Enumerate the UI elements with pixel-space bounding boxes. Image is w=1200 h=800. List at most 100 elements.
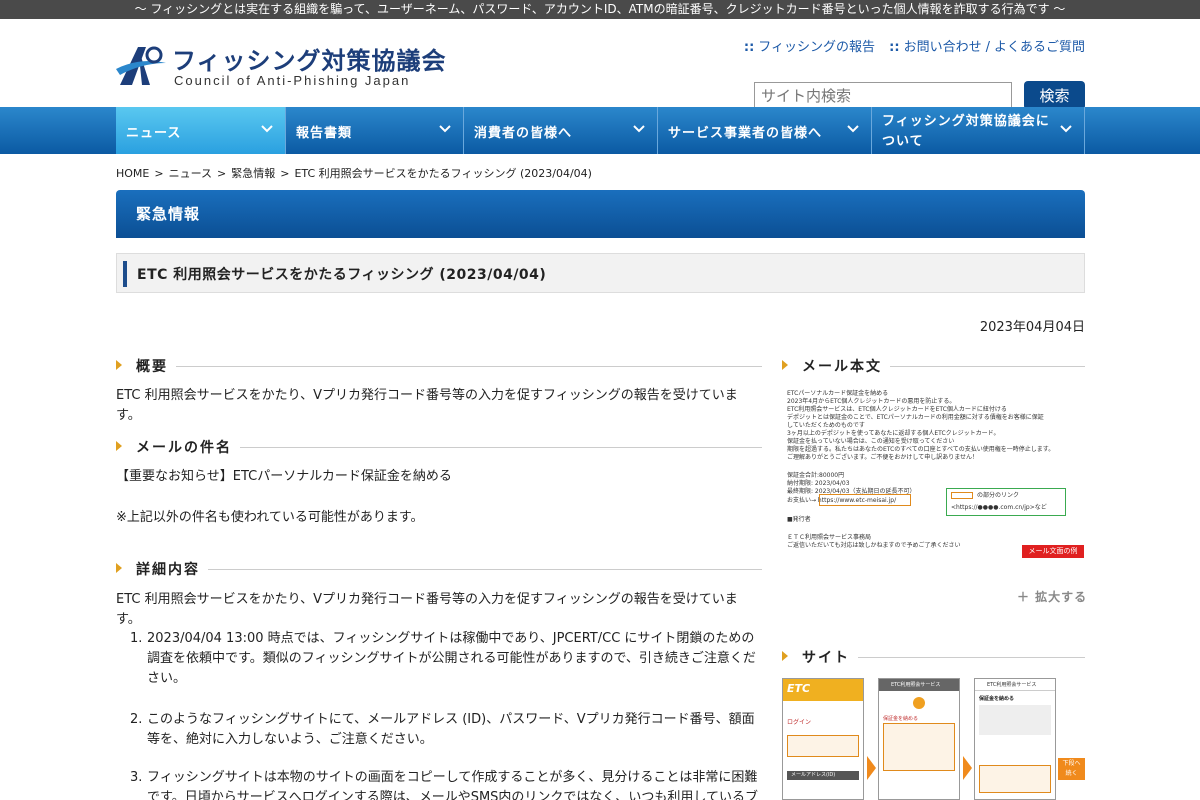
callout-text: の部分のリンク <box>977 492 1020 499</box>
breadcrumb-separator: > <box>280 167 290 180</box>
report-link[interactable]: フィッシングの報告 <box>758 40 875 55</box>
callout-text: <https://●●●●.com.cn/jp>など <box>951 504 1047 511</box>
site-header: フィッシング対策協議会 Council of Anti-Phishing Jap… <box>0 19 1200 110</box>
heading-text: メール本文 <box>802 356 890 376</box>
thumb-highlight <box>883 723 955 771</box>
mail-line: ETC利用照会サービスは、ETC個人クレジットカードをETC個人カードに紐付ける <box>787 406 1007 413</box>
link-callout-box: の部分のリンク <https://●●●●.com.cn/jp>など <box>946 488 1066 516</box>
mail-body-image[interactable]: ETCパーソナルカード保証金を納める 2023年4月からETC個人クレジットカー… <box>782 384 1085 564</box>
search-button[interactable]: 検索 <box>1024 81 1085 110</box>
thumb-block <box>979 705 1051 735</box>
details-list: 1. 2023/04/04 13:00 時点では、フィッシングサイトは稼働中であ… <box>130 629 762 800</box>
warning-icon <box>913 697 925 709</box>
arrow-right-icon <box>963 756 972 780</box>
thumb-text: ログイン <box>787 719 812 726</box>
thumb-highlight <box>787 735 859 757</box>
triangle-bullet-icon <box>116 563 122 573</box>
mail-line: 期限を超過する。私たちはあなたのETCのすべての口座とすべての支払い使用権を一時… <box>787 446 1055 453</box>
details-intro: ETC 利用照会サービスをかたり、Vプリカ発行コード番号等の入力を促すフィッシン… <box>116 592 738 627</box>
article-title-box: ETC 利用照会サービスをかたるフィッシング (2023/04/04) <box>116 253 1085 293</box>
site-heading: サイト <box>782 647 1085 667</box>
thumb-text: 保証金を納める <box>979 696 1015 702</box>
contact-link[interactable]: お問い合わせ <box>904 40 982 55</box>
overview-heading: 概要 <box>116 356 762 376</box>
bullet-icon: :: <box>743 40 755 55</box>
triangle-bullet-icon <box>782 651 788 661</box>
site-logo[interactable]: フィッシング対策協議会 Council of Anti-Phishing Jap… <box>116 41 446 91</box>
heading-text: 概要 <box>136 356 176 376</box>
breadcrumb: HOME > ニュース > 緊急情報 > ETC 利用照会サービスをかたるフィッシング (2… <box>116 165 592 181</box>
arrow-right-icon <box>867 756 876 780</box>
thumb-header: ETC <box>783 679 863 701</box>
subject-text: 【重要なお知らせ】ETCパーソナルカード保証金を納める <box>116 469 452 484</box>
page-title: ETC 利用照会サービスをかたるフィッシング (2023/04/04) <box>137 267 547 283</box>
triangle-bullet-icon <box>782 360 788 370</box>
chevron-down-icon <box>261 125 273 133</box>
list-number: 2. <box>130 712 143 727</box>
details-heading: 詳細内容 <box>116 559 762 579</box>
publish-date: 2023年04月04日 <box>979 320 1085 335</box>
faq-link[interactable]: よくあるご質問 <box>994 40 1085 55</box>
thumb-text: 保証金を納める <box>883 716 919 722</box>
mail-line: していただくためのものです <box>787 422 865 429</box>
nav-label: ニュース <box>126 126 182 141</box>
section-title: 緊急情報 <box>116 190 1085 238</box>
mail-line: ご返信いただいても対応は致しかねますので予めご了承ください <box>787 542 961 549</box>
mail-line: 3ヶ月以上のデポジットを使ってあなたに返却する個人ETCクレジットカード。 <box>787 430 1000 437</box>
link-separator: / <box>985 40 990 55</box>
triangle-bullet-icon <box>116 441 122 451</box>
list-number: 1. <box>130 631 143 646</box>
mail-body-heading: メール本文 <box>782 356 1085 376</box>
site-search-input[interactable] <box>754 82 1012 109</box>
mail-line: 保証金を払っていない場合は、この通知を受け取ってください <box>787 438 955 445</box>
mail-line: 納付期限: 2023/04/03 <box>787 480 850 487</box>
site-thumbnail: ETC利用照会サービス 保証金を納める <box>878 678 960 800</box>
triangle-bullet-icon <box>116 360 122 370</box>
thumb-text: メールアドレス(ID) <box>787 771 859 780</box>
subject-heading: メールの件名 <box>116 437 762 457</box>
chevron-down-icon <box>847 125 859 133</box>
chevron-down-icon <box>439 125 451 133</box>
heading-text: 詳細内容 <box>136 559 208 579</box>
site-thumbnail: ETC利用照会サービス 保証金を納める <box>974 678 1056 800</box>
tagline-bar: ～ フィッシングとは実在する組織を騙って、ユーザーネーム、パスワード、アカウント… <box>0 0 1200 19</box>
title-accent-bar <box>123 261 127 287</box>
phishing-site-screenshots[interactable]: ETC ログイン メールアドレス(ID) ETC利用照会サービス 保証金を納める… <box>782 678 1085 800</box>
list-text: このようなフィッシングサイトにて、メールアドレス (ID)、パスワード、Vプリカ… <box>147 712 755 747</box>
breadcrumb-urgent[interactable]: 緊急情報 <box>231 167 275 180</box>
thumb-header: ETC利用照会サービス <box>879 679 959 691</box>
nav-item-reports[interactable]: 報告書類 <box>286 107 464 154</box>
heading-rule <box>136 569 762 570</box>
nav-item-news[interactable]: ニュース <box>116 107 286 154</box>
nav-item-consumers[interactable]: 消費者の皆様へ <box>464 107 658 154</box>
breadcrumb-current: ETC 利用照会サービスをかたるフィッシング (2023/04/04) <box>294 167 592 180</box>
breadcrumb-separator: > <box>154 167 164 180</box>
continue-below-tag: 下段へ続く <box>1058 758 1085 780</box>
mail-line: デポジットとは保証金のことで、ETCパーソナルカードの利用金額に対する債権をお客… <box>787 414 1044 421</box>
overview-text: ETC 利用照会サービスをかたり、Vプリカ発行コード番号等の入力を促すフィッシン… <box>116 388 738 423</box>
breadcrumb-news[interactable]: ニュース <box>169 167 212 180</box>
heading-rule <box>136 366 762 367</box>
chevron-down-icon <box>633 125 645 133</box>
nav-label: 報告書類 <box>296 126 353 141</box>
logo-mark-icon <box>116 46 166 85</box>
mail-line: ご理解ありがとうございます。ご不便をおかけして申し訳ありません！ <box>787 454 979 461</box>
mail-line: ■発行者 <box>787 516 811 523</box>
nav-item-providers[interactable]: サービス事業者の皆様へ <box>658 107 872 154</box>
nav-label: フィッシング対策協議会について <box>882 114 1050 149</box>
tagline-text: ～ フィッシングとは実在する組織を騙って、ユーザーネーム、パスワード、アカウント… <box>134 2 1066 16</box>
heading-text: メールの件名 <box>136 437 240 457</box>
breadcrumb-home[interactable]: HOME <box>116 167 149 180</box>
logo-english-text: Council of Anti-Phishing Japan <box>174 73 411 88</box>
bullet-icon: :: <box>889 40 900 55</box>
site-thumbnail: ETC ログイン メールアドレス(ID) <box>782 678 864 800</box>
mail-example-tag: メール文面の例 <box>1022 545 1084 558</box>
list-number: 3. <box>130 770 143 785</box>
nav-item-about[interactable]: フィッシング対策協議会について <box>872 107 1085 154</box>
mail-line: 2023年4月からETC個人クレジットカードの悪用を防止する。 <box>787 398 956 405</box>
main-nav: ニュース 報告書類 消費者の皆様へ サービス事業者の皆様へ フィッシング対策協議… <box>0 107 1200 154</box>
link-highlight-box <box>951 492 973 499</box>
breadcrumb-separator: > <box>217 167 227 180</box>
zoom-button[interactable]: ＋ 拡大する <box>1017 588 1087 605</box>
heading-text: サイト <box>802 647 858 667</box>
